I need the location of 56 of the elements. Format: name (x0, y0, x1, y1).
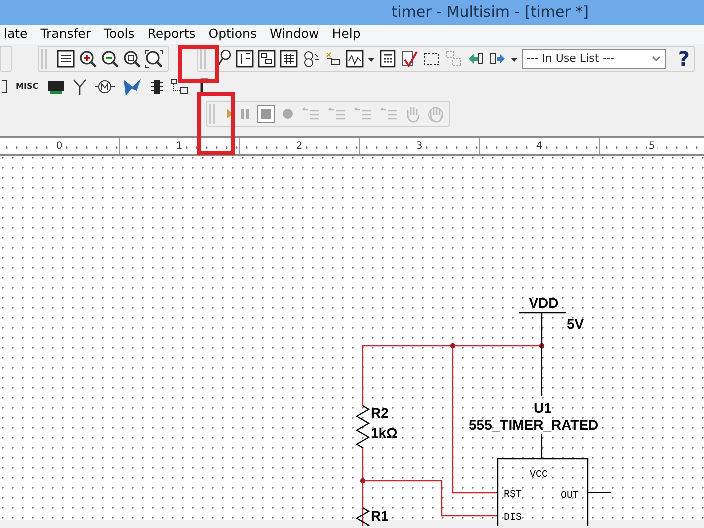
menu-item[interactable]: Window (266, 25, 324, 44)
document-icon[interactable] (56, 49, 76, 69)
pin-label: VCC (530, 470, 548, 481)
menu-item[interactable]: Tools (100, 25, 139, 44)
window-icon[interactable] (236, 50, 254, 68)
menu-item[interactable]: late (0, 25, 32, 44)
pin-line (588, 492, 611, 494)
in-use-list-dropdown[interactable]: --- In Use List --- (522, 49, 666, 69)
sparkle-icon[interactable] (324, 50, 342, 68)
toolbar-background (0, 46, 12, 72)
zoom-fit-icon[interactable] (145, 50, 164, 68)
supply-symbol (518, 312, 567, 347)
zoom-out-icon[interactable] (101, 50, 120, 68)
resistor-label: R1 (371, 508, 389, 524)
junction-dot (360, 478, 366, 484)
window-icon[interactable] (258, 50, 276, 68)
circles-icon[interactable] (302, 50, 320, 68)
pin-label: OUT (561, 491, 580, 502)
supply-value: 5V (567, 316, 584, 332)
motor-icon[interactable] (94, 79, 115, 95)
resistor-value: 1kΩ (371, 425, 398, 441)
toolbar-grip[interactable] (209, 104, 215, 124)
pin-label: DIS (504, 513, 522, 524)
menu-item[interactable]: Transfer (36, 25, 95, 44)
chip-part-name: 555_TIMER_RATED (469, 417, 599, 433)
calculator-icon[interactable] (378, 50, 397, 68)
supply-label: VDD (529, 295, 559, 311)
resistor-label: R2 (371, 405, 389, 421)
resistor-symbol (356, 405, 370, 449)
misc-button[interactable]: MISC (16, 81, 39, 93)
chip-icon[interactable] (2, 79, 8, 95)
antenna-icon[interactable] (72, 79, 87, 95)
play-icon[interactable] (227, 109, 233, 119)
resistor-symbol (356, 507, 370, 526)
chip-icon[interactable] (150, 78, 163, 96)
menu-item[interactable]: Help (328, 25, 365, 44)
check-mark-icon[interactable] (400, 50, 419, 68)
junction-dot (539, 343, 545, 349)
monitor-icon[interactable] (46, 79, 65, 95)
bird-icon[interactable] (122, 78, 143, 96)
pin-label: RST (504, 490, 522, 501)
zoom-in-icon[interactable] (79, 50, 98, 68)
chevron-icon (652, 56, 662, 62)
chip-reference: U1 (534, 400, 552, 416)
zoom-area-icon[interactable] (123, 50, 142, 68)
toolbar-grip[interactable] (200, 49, 206, 69)
stop-icon[interactable] (257, 105, 275, 123)
menu-item[interactable]: Reports (144, 25, 200, 44)
hierarchy-icon[interactable] (170, 79, 189, 95)
junction-dot (450, 343, 456, 349)
waveform-icon[interactable] (346, 50, 364, 68)
menu-item[interactable]: Options (204, 25, 261, 44)
grid-icon[interactable] (280, 50, 298, 68)
window-title: timer - Multisim - [timer *] (392, 2, 589, 24)
help-button[interactable]: ? (678, 49, 690, 69)
toolbar-grip[interactable] (41, 49, 47, 69)
